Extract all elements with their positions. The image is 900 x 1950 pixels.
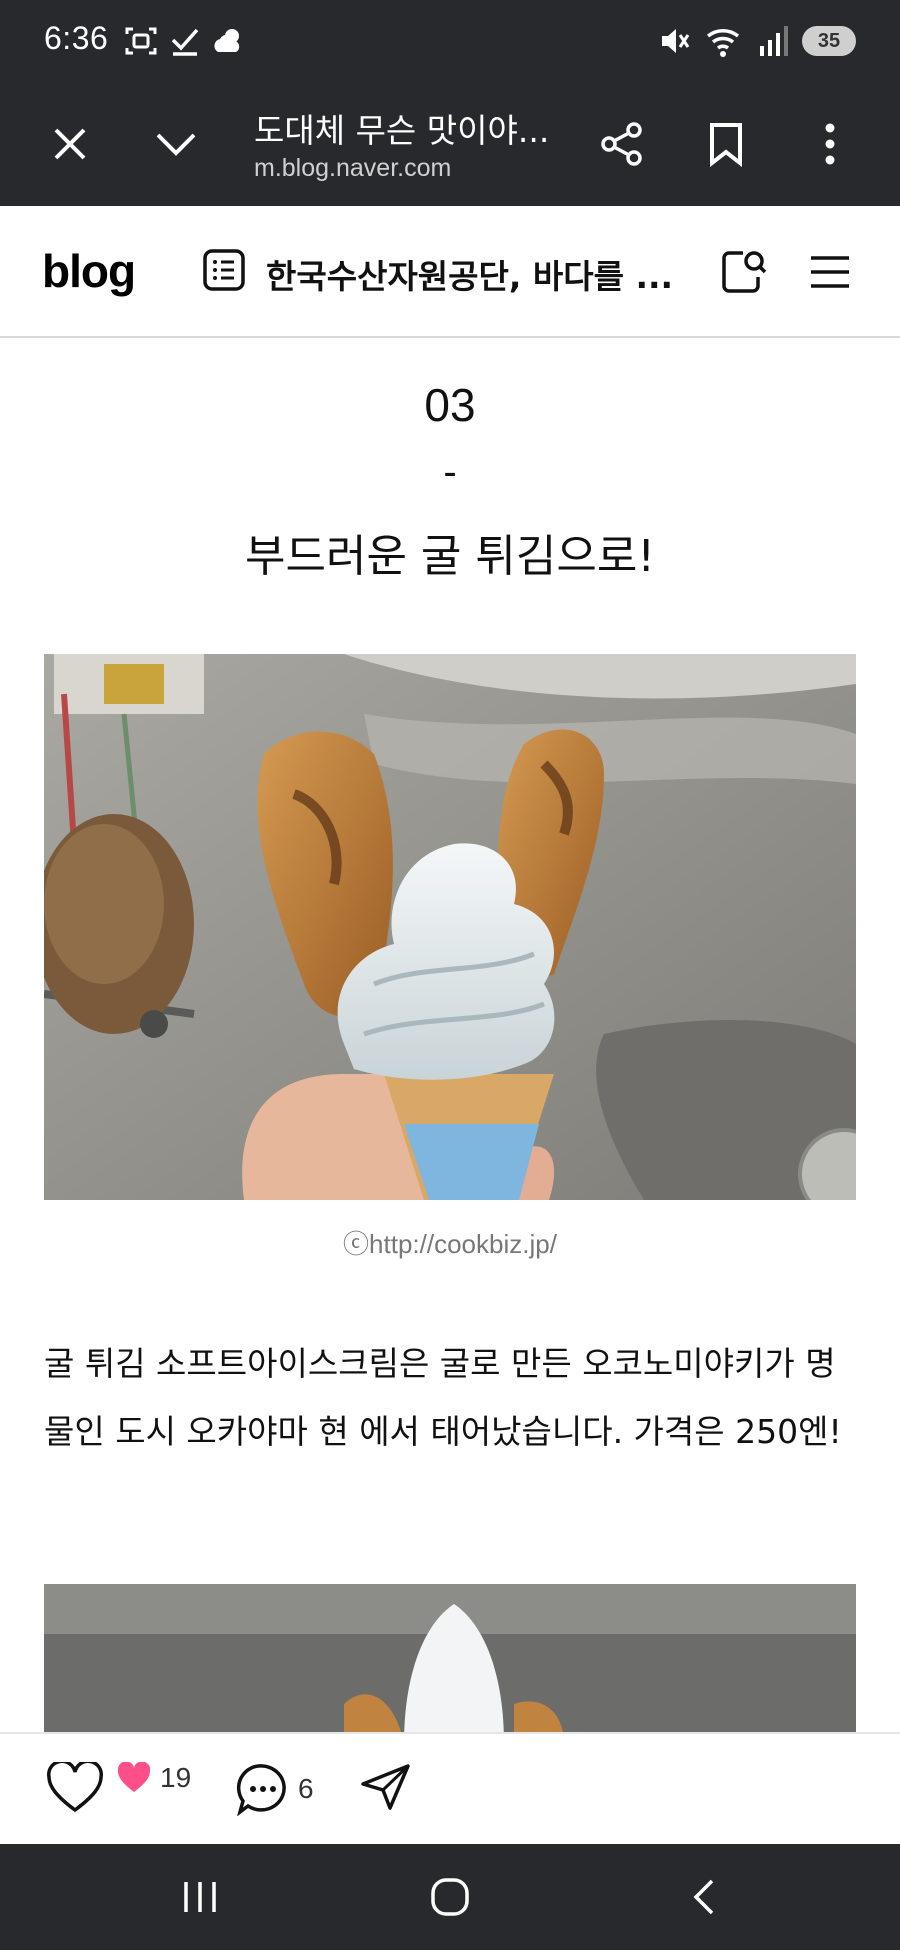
comment-count-label: 6 [298, 1773, 314, 1804]
screenshot-icon [125, 27, 157, 55]
blog-name[interactable]: 한국수산자원공단, 바다를 ... [266, 250, 673, 298]
menu-button[interactable] [800, 242, 860, 302]
like-count[interactable]: 19 [116, 1762, 191, 1794]
send-icon [361, 1764, 410, 1810]
blog-header: blog 한국수산자원공단, 바다를 ... [0, 206, 900, 338]
image-caption: ⓒhttp://cookbiz.jp/ [343, 1229, 557, 1259]
weather-icon [214, 29, 240, 52]
wifi-icon [706, 28, 740, 57]
share-icon [601, 122, 642, 166]
close-icon [54, 128, 86, 160]
bookmark-button[interactable] [696, 114, 756, 174]
close-button[interactable] [40, 114, 100, 174]
home-icon [431, 1878, 469, 1916]
blog-logo[interactable]: blog [42, 244, 136, 298]
recent-apps-button[interactable] [160, 1864, 240, 1930]
like-count-label: 19 [160, 1762, 192, 1793]
back-button[interactable] [664, 1864, 744, 1930]
second-photo[interactable] [44, 1584, 856, 1732]
like-button[interactable] [46, 1762, 104, 1814]
section-title: 부드러운 굴 튀김으로! [245, 531, 655, 582]
article-paragraph: 굴 튀김 소프트아이스크림은 굴로 만든 오코노미야키가 명물인 도시 오카야마… [44, 1344, 842, 1451]
bookmark-icon [710, 123, 742, 167]
comment-button[interactable]: 6 [236, 1762, 314, 1816]
section-divider: - [443, 450, 457, 494]
browser-toolbar: 도대체 무슨 맛이야... m.blog.naver.com [0, 84, 900, 206]
back-icon [693, 1879, 714, 1915]
search-icon [722, 251, 767, 293]
minimize-button[interactable] [146, 114, 206, 174]
signal-icon [760, 26, 788, 56]
clock: 6:36 [44, 20, 109, 56]
check-icon [171, 28, 199, 56]
battery-icon: 35 [802, 26, 856, 56]
post-action-bar: 19 6 [0, 1732, 900, 1844]
heart-outline-icon [47, 1762, 103, 1813]
status-bar: 6:36 35 [0, 0, 900, 84]
article-content: 03 - 부드러운 굴 튀김으로! ⓒhttp://cookbiz.jp/ 굴 … [0, 340, 900, 1732]
page-url[interactable]: m.blog.naver.com [254, 154, 451, 183]
mute-icon [662, 29, 690, 53]
section-number: 03 [424, 379, 476, 431]
heart-filled-icon [117, 1762, 151, 1792]
more-options-button[interactable] [800, 114, 860, 174]
recent-apps-icon [184, 1882, 216, 1912]
system-icons: 35 [658, 24, 856, 58]
oyster-softcream-photo[interactable] [44, 654, 856, 1200]
notification-icons [124, 24, 248, 58]
chevron-down-icon [156, 133, 196, 156]
comment-icon [236, 1764, 286, 1816]
search-button[interactable] [714, 242, 774, 302]
menu-icon [811, 256, 849, 288]
home-button[interactable] [410, 1864, 490, 1930]
post-list-button[interactable] [202, 248, 246, 296]
post-list-icon [203, 249, 245, 291]
share-button[interactable] [592, 114, 652, 174]
send-button[interactable] [360, 1762, 412, 1812]
system-nav-bar [0, 1844, 900, 1950]
page-title: 도대체 무슨 맛이야... [254, 111, 550, 150]
more-icon [825, 123, 835, 165]
